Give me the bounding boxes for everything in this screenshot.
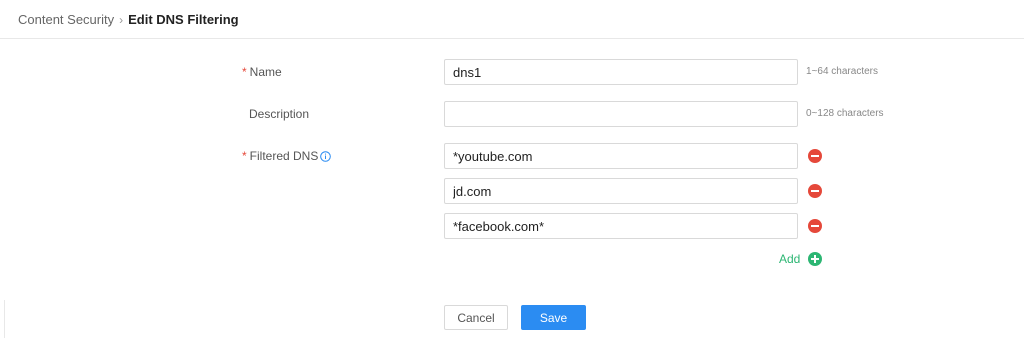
remove-circle-icon[interactable] [808, 184, 822, 198]
breadcrumb-separator: › [119, 13, 124, 27]
name-input[interactable] [444, 59, 798, 85]
name-label: * Name [242, 65, 282, 79]
dns-entry-input[interactable] [444, 143, 798, 169]
description-label: Description [249, 107, 310, 121]
breadcrumb: Content Security › Edit DNS Filtering [18, 12, 239, 28]
info-circle-icon[interactable] [320, 151, 332, 165]
breadcrumb-parent-link[interactable]: Content Security [18, 12, 114, 27]
description-input[interactable] [444, 101, 798, 127]
name-hint: 1~64 characters [806, 66, 878, 77]
filtered-dns-label-text: Filtered DNS [249, 149, 319, 163]
required-mark: * [242, 65, 247, 79]
add-dns-link[interactable]: Add [779, 252, 800, 266]
add-circle-icon[interactable] [808, 252, 822, 266]
name-label-text: Name [249, 65, 282, 79]
save-button[interactable]: Save [521, 305, 586, 330]
dns-entry-input[interactable] [444, 178, 798, 204]
page-title: Edit DNS Filtering [128, 12, 239, 27]
filtered-dns-label: * Filtered DNS [242, 149, 332, 165]
remove-circle-icon[interactable] [808, 149, 822, 163]
divider [4, 300, 5, 338]
description-hint: 0~128 characters [806, 108, 884, 119]
dns-entry-input[interactable] [444, 213, 798, 239]
remove-circle-icon[interactable] [808, 219, 822, 233]
required-mark: * [242, 149, 247, 163]
cancel-button[interactable]: Cancel [444, 305, 508, 330]
page-header: Content Security › Edit DNS Filtering [0, 0, 1024, 39]
